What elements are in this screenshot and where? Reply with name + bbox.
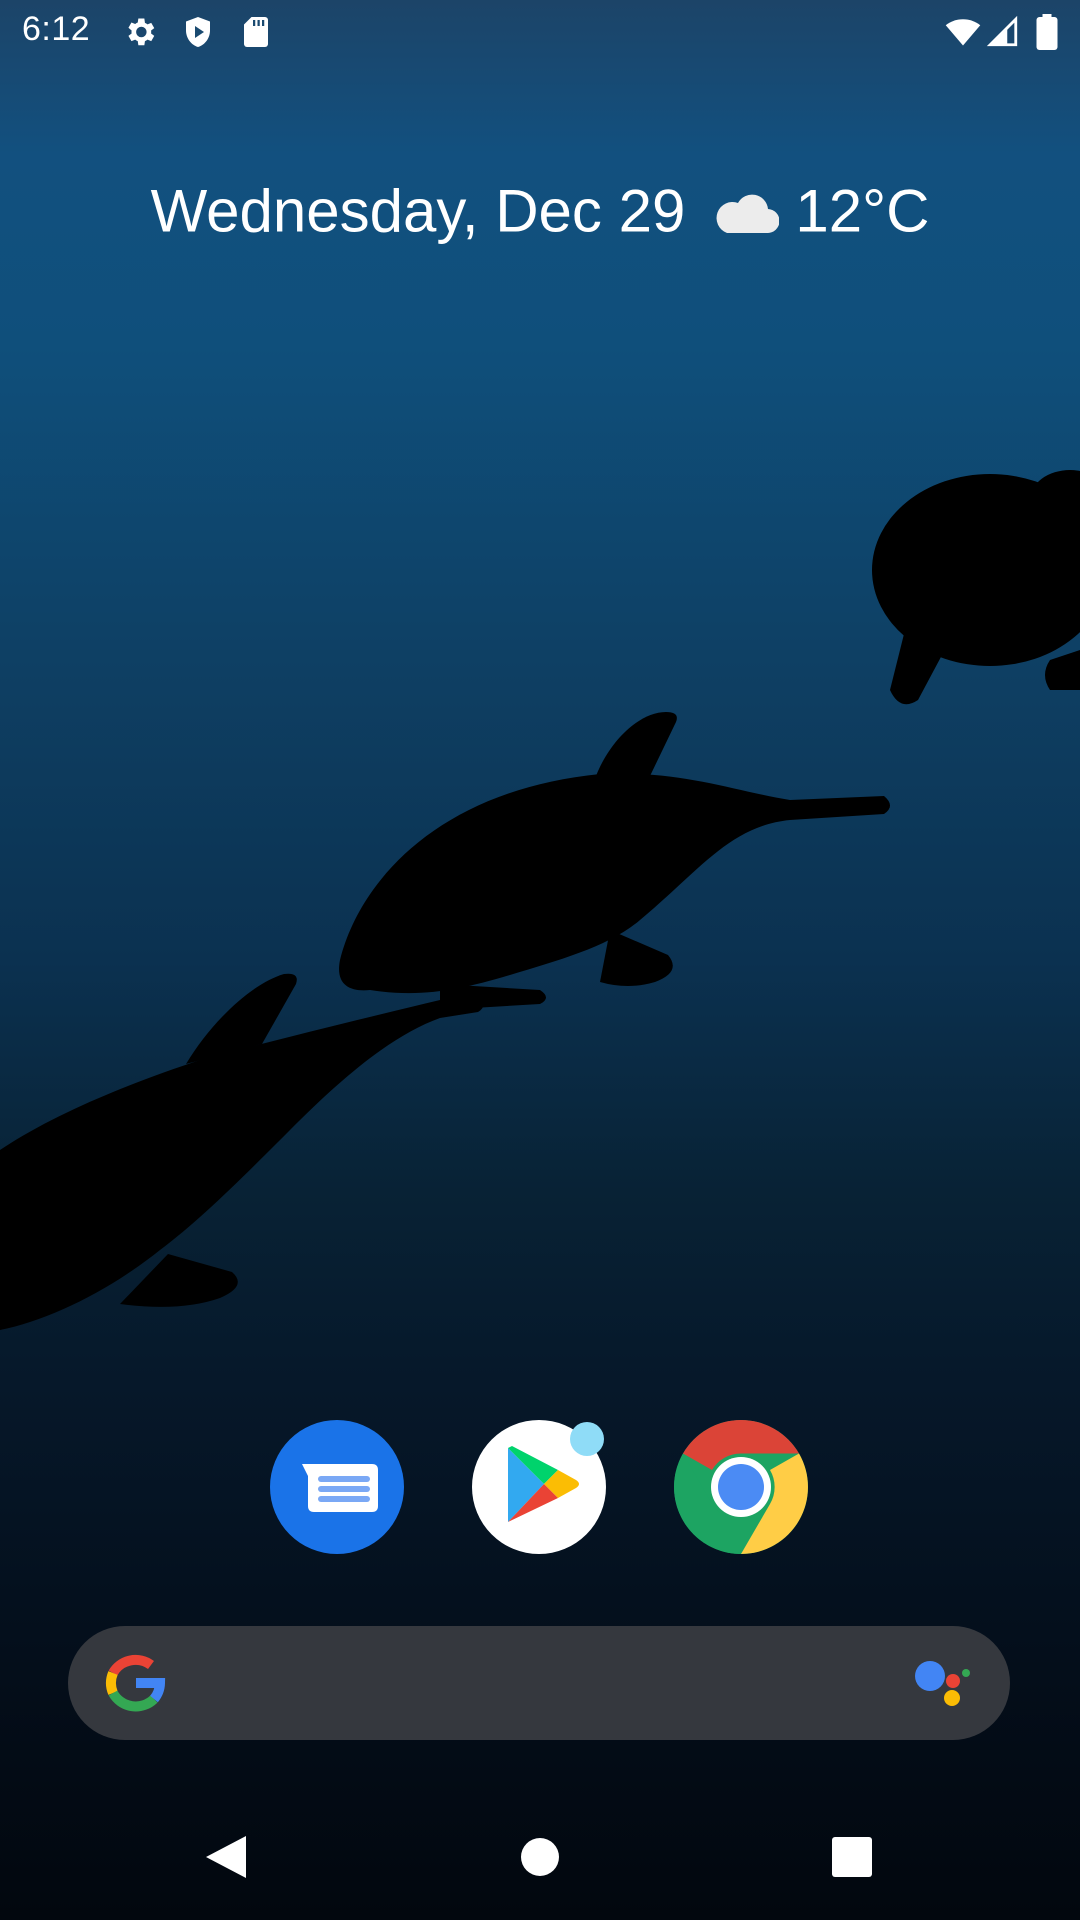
recents-icon[interactable] (820, 1832, 880, 1882)
shield-play-icon (186, 17, 210, 47)
google-assistant-icon[interactable] (912, 1654, 972, 1714)
dolphin-silhouette (339, 712, 891, 1010)
home-screen: 6:12 Wednesday, Dec 29 12°C (0, 0, 1080, 1920)
google-search-bar[interactable] (68, 1626, 1010, 1740)
status-bar: 6:12 (0, 0, 1080, 64)
notification-badge (570, 1422, 604, 1456)
glance-date[interactable]: Wednesday, Dec 29 (151, 178, 686, 245)
back-icon[interactable] (196, 1832, 256, 1882)
messages-app-icon[interactable] (270, 1420, 404, 1554)
cell-signal-icon (986, 15, 1018, 47)
glance-temperature[interactable]: 12°C (795, 178, 929, 245)
turtle-silhouette (872, 470, 1080, 705)
messages-icon (302, 1464, 378, 1512)
status-time: 6:12 (22, 10, 91, 48)
wifi-icon (945, 19, 981, 46)
google-g-icon (106, 1654, 166, 1712)
sd-card-icon (244, 17, 268, 47)
at-a-glance-widget[interactable]: Wednesday, Dec 29 12°C (0, 172, 1080, 246)
battery-icon (1036, 14, 1058, 50)
home-icon[interactable] (510, 1832, 570, 1882)
settings-icon (128, 18, 155, 46)
chrome-icon (674, 1420, 808, 1554)
cloud-icon (716, 194, 780, 234)
chrome-app-icon[interactable] (674, 1420, 808, 1554)
dolphin-silhouette (0, 973, 484, 1330)
